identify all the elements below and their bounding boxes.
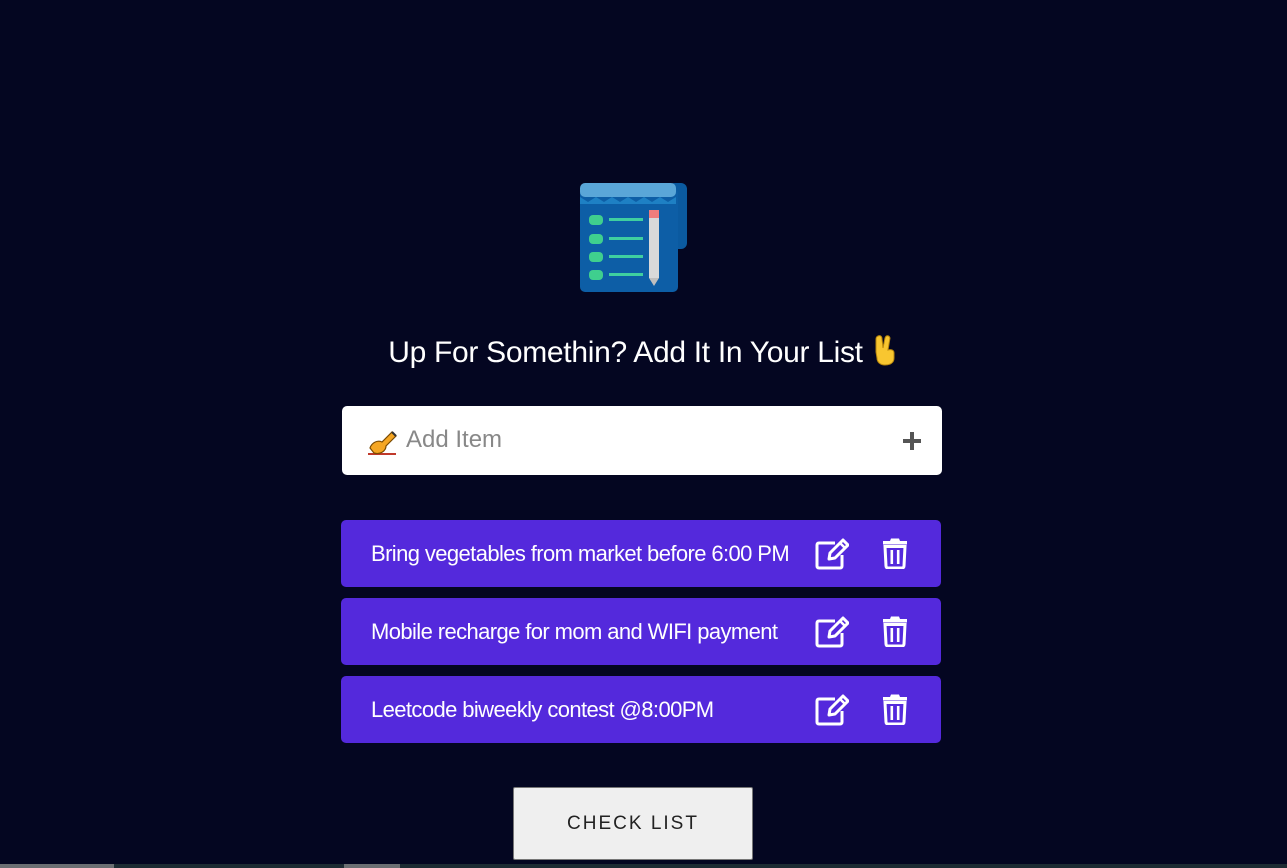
- item-text: Leetcode biweekly contest @8:00PM: [371, 697, 714, 722]
- list-item: Leetcode biweekly contest @8:00PM: [341, 676, 941, 743]
- trash-icon[interactable]: [882, 615, 908, 647]
- item-text: Mobile recharge for mom and WIFI payment: [371, 619, 778, 644]
- app-page: Up For Somethin? Add It In Your List Bri…: [0, 0, 1287, 868]
- edit-icon[interactable]: [815, 616, 849, 648]
- item-text: Bring vegetables from market before 6:00…: [371, 541, 790, 566]
- scrollbar-segment: [344, 864, 400, 868]
- writing-hand-icon: [368, 431, 397, 455]
- shopping-list-icon: [580, 183, 687, 292]
- list-item: Mobile recharge for mom and WIFI payment: [341, 598, 941, 665]
- victory-hand-icon: [871, 334, 899, 374]
- check-list-button[interactable]: CHECK LIST: [513, 787, 753, 860]
- trash-icon[interactable]: [882, 537, 908, 569]
- edit-icon[interactable]: [815, 694, 849, 726]
- scrollbar-segment: [0, 864, 114, 868]
- trash-icon[interactable]: [882, 693, 908, 725]
- heading-text: Up For Somethin? Add It In Your List: [388, 336, 863, 369]
- bottom-scrollbar[interactable]: [0, 864, 1287, 868]
- item-list: Bring vegetables from market before 6:00…: [341, 520, 941, 754]
- edit-icon[interactable]: [815, 538, 849, 570]
- add-item-input[interactable]: [406, 420, 876, 460]
- page-heading: Up For Somethin? Add It In Your List: [0, 334, 1287, 374]
- add-item-box: [342, 406, 942, 475]
- list-item: Bring vegetables from market before 6:00…: [341, 520, 941, 587]
- plus-icon[interactable]: [902, 431, 922, 451]
